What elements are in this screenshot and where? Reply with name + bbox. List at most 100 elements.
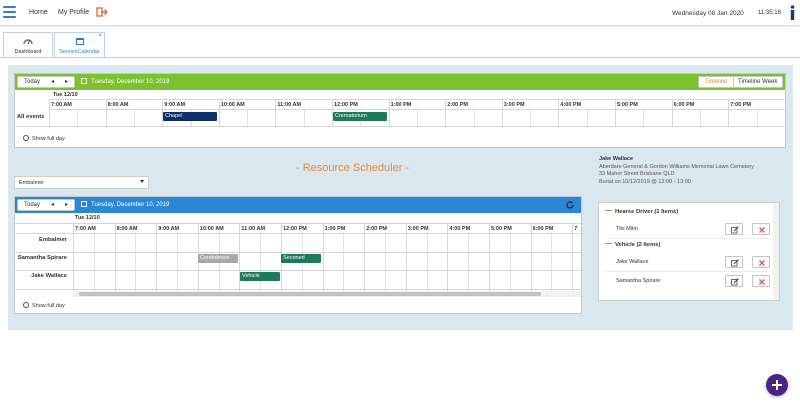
- today-button[interactable]: Today ◂ ▸: [17, 76, 75, 88]
- half-hour-gridline: [468, 234, 470, 291]
- show-full-day-link[interactable]: Show full day: [23, 302, 65, 309]
- calendar-icon: [81, 78, 87, 84]
- half-hour-gridline: [135, 234, 137, 291]
- group-vehicle-title: Vehicle (2 Items): [615, 242, 661, 248]
- next-arrow-icon[interactable]: ▸: [65, 201, 68, 208]
- row-gridline: [15, 252, 581, 253]
- event-seconed[interactable]: Seconed: [281, 254, 321, 263]
- half-hour-gridline: [643, 110, 645, 126]
- event-condolence[interactable]: Condolence: [198, 254, 238, 263]
- tab-service-calendar[interactable]: ServiceCalendar ×: [54, 32, 105, 58]
- vertical-scrollbar[interactable]: [773, 203, 779, 300]
- nav-home-link[interactable]: Home: [29, 9, 48, 16]
- tab-dashboard[interactable]: Dashboard: [3, 32, 53, 58]
- add-button[interactable]: [766, 374, 788, 396]
- edit-button[interactable]: [725, 223, 743, 235]
- scrollbar-thumb[interactable]: [79, 292, 541, 296]
- view-timeline[interactable]: Timeline: [705, 79, 727, 85]
- row-gridline: [15, 233, 581, 234]
- resource-item-tibi: Tibi Mitin: [616, 226, 638, 232]
- hour-label: 3:00 PM: [503, 102, 525, 108]
- event-chapel[interactable]: Chapel: [163, 112, 217, 121]
- today-label: Today: [24, 79, 41, 85]
- hour-gridline: [218, 100, 220, 126]
- edit-button[interactable]: [725, 256, 743, 268]
- hour-label: 12:00 PM: [334, 102, 358, 108]
- half-hour-gridline: [385, 234, 386, 291]
- half-hour-gridline: [260, 234, 262, 291]
- booking-schedule: Burial on 10/12/2019 @ 12:00 - 13:00: [599, 178, 691, 185]
- hour-gridline: [114, 224, 116, 291]
- calendar-icon: [81, 201, 87, 207]
- hour-label: 12:00 PM: [283, 226, 307, 232]
- hour-label: 7: [574, 226, 578, 232]
- half-hour-gridline: [177, 234, 178, 291]
- show-full-day-link[interactable]: Show full day: [23, 135, 65, 142]
- half-hour-gridline: [530, 110, 532, 126]
- hour-gridline: [572, 224, 574, 291]
- resource-calendar-date[interactable]: Tuesday, December 10, 2019: [81, 201, 169, 208]
- show-full-day-text: Show full day: [32, 136, 65, 142]
- half-hour-gridline: [509, 234, 511, 291]
- half-hour-gridline: [303, 110, 305, 126]
- hour-label: 6:00 PM: [532, 226, 554, 232]
- hour-label: 7:00 PM: [730, 102, 751, 108]
- show-full-day-text: Show full day: [32, 303, 65, 309]
- hour-gridline: [489, 224, 490, 291]
- hour-gridline: [530, 224, 532, 291]
- nav-profile-link[interactable]: My Profile: [58, 9, 89, 16]
- event-crematorium[interactable]: Crematorium: [333, 112, 387, 121]
- top-bar: Home My Profile Wednesday 08 Jan 2020 11…: [0, 0, 800, 26]
- group-hearse-driver: Hearse Driver (1 Items): [605, 209, 678, 215]
- hour-label: 9:00 AM: [158, 226, 180, 232]
- horizontal-scrollbar[interactable]: [73, 291, 581, 297]
- hour-label: 2:00 PM: [366, 226, 387, 232]
- info-icon[interactable]: [788, 4, 797, 22]
- today-button[interactable]: Today ◂ ▸: [17, 199, 75, 211]
- view-separator: [733, 77, 734, 87]
- logout-icon[interactable]: [96, 6, 108, 18]
- edit-button[interactable]: [725, 275, 743, 287]
- service-calendar: Today ◂ ▸ Tuesday, December 10, 2019 Tim…: [14, 73, 786, 148]
- prev-arrow-icon[interactable]: ◂: [51, 201, 54, 208]
- edit-icon: [731, 226, 739, 234]
- half-hour-gridline: [93, 234, 95, 291]
- half-hour-gridline: [77, 110, 79, 126]
- resource-type-select[interactable]: Embalmer: [14, 176, 149, 189]
- close-icon[interactable]: ×: [98, 33, 102, 39]
- hour-label: 5:00 PM: [491, 226, 512, 232]
- half-hour-gridline: [343, 234, 345, 291]
- resource-type-value: Embalmer: [19, 180, 45, 186]
- hour-label: 11:00 AM: [241, 226, 266, 232]
- hamburger-menu-icon[interactable]: [3, 6, 16, 18]
- hour-gridline: [447, 224, 449, 291]
- resource-row-embalmer: Embalmer: [38, 237, 67, 243]
- event-vehicle[interactable]: Vehicle: [240, 272, 280, 281]
- half-hour-gridline: [756, 110, 758, 126]
- resource-calendar-date-text: Tuesday, December 10, 2019: [91, 202, 170, 208]
- refresh-icon[interactable]: [565, 200, 575, 210]
- resource-item-jake: Jake Wallace: [616, 259, 649, 265]
- half-hour-gridline: [586, 110, 588, 126]
- row-label-all-events: All events: [17, 114, 45, 120]
- hour-gridline: [388, 100, 390, 126]
- edit-icon: [731, 259, 739, 267]
- edit-icon: [731, 278, 739, 286]
- delete-button[interactable]: [752, 275, 770, 287]
- view-timeline-week[interactable]: Timeline Week: [738, 79, 777, 85]
- current-time: 11:35:16: [758, 10, 781, 16]
- clock-icon: [23, 302, 29, 308]
- tab-dashboard-label: Dashboard: [14, 49, 42, 55]
- hour-label: 5:00 PM: [617, 102, 638, 108]
- delete-button[interactable]: [752, 223, 770, 235]
- group-hearse-driver-title: Hearse Driver (1 Items): [615, 209, 679, 215]
- service-calendar-date[interactable]: Tuesday, December 10, 2019: [81, 78, 169, 85]
- row-gridline: [49, 109, 785, 110]
- prev-arrow-icon[interactable]: ◂: [51, 78, 54, 85]
- tabs-divider: [0, 57, 800, 58]
- delete-button[interactable]: [752, 256, 770, 268]
- divider: [605, 271, 768, 272]
- next-arrow-icon[interactable]: ▸: [65, 78, 68, 85]
- hour-gridline: [156, 224, 158, 291]
- hour-gridline: [405, 224, 407, 291]
